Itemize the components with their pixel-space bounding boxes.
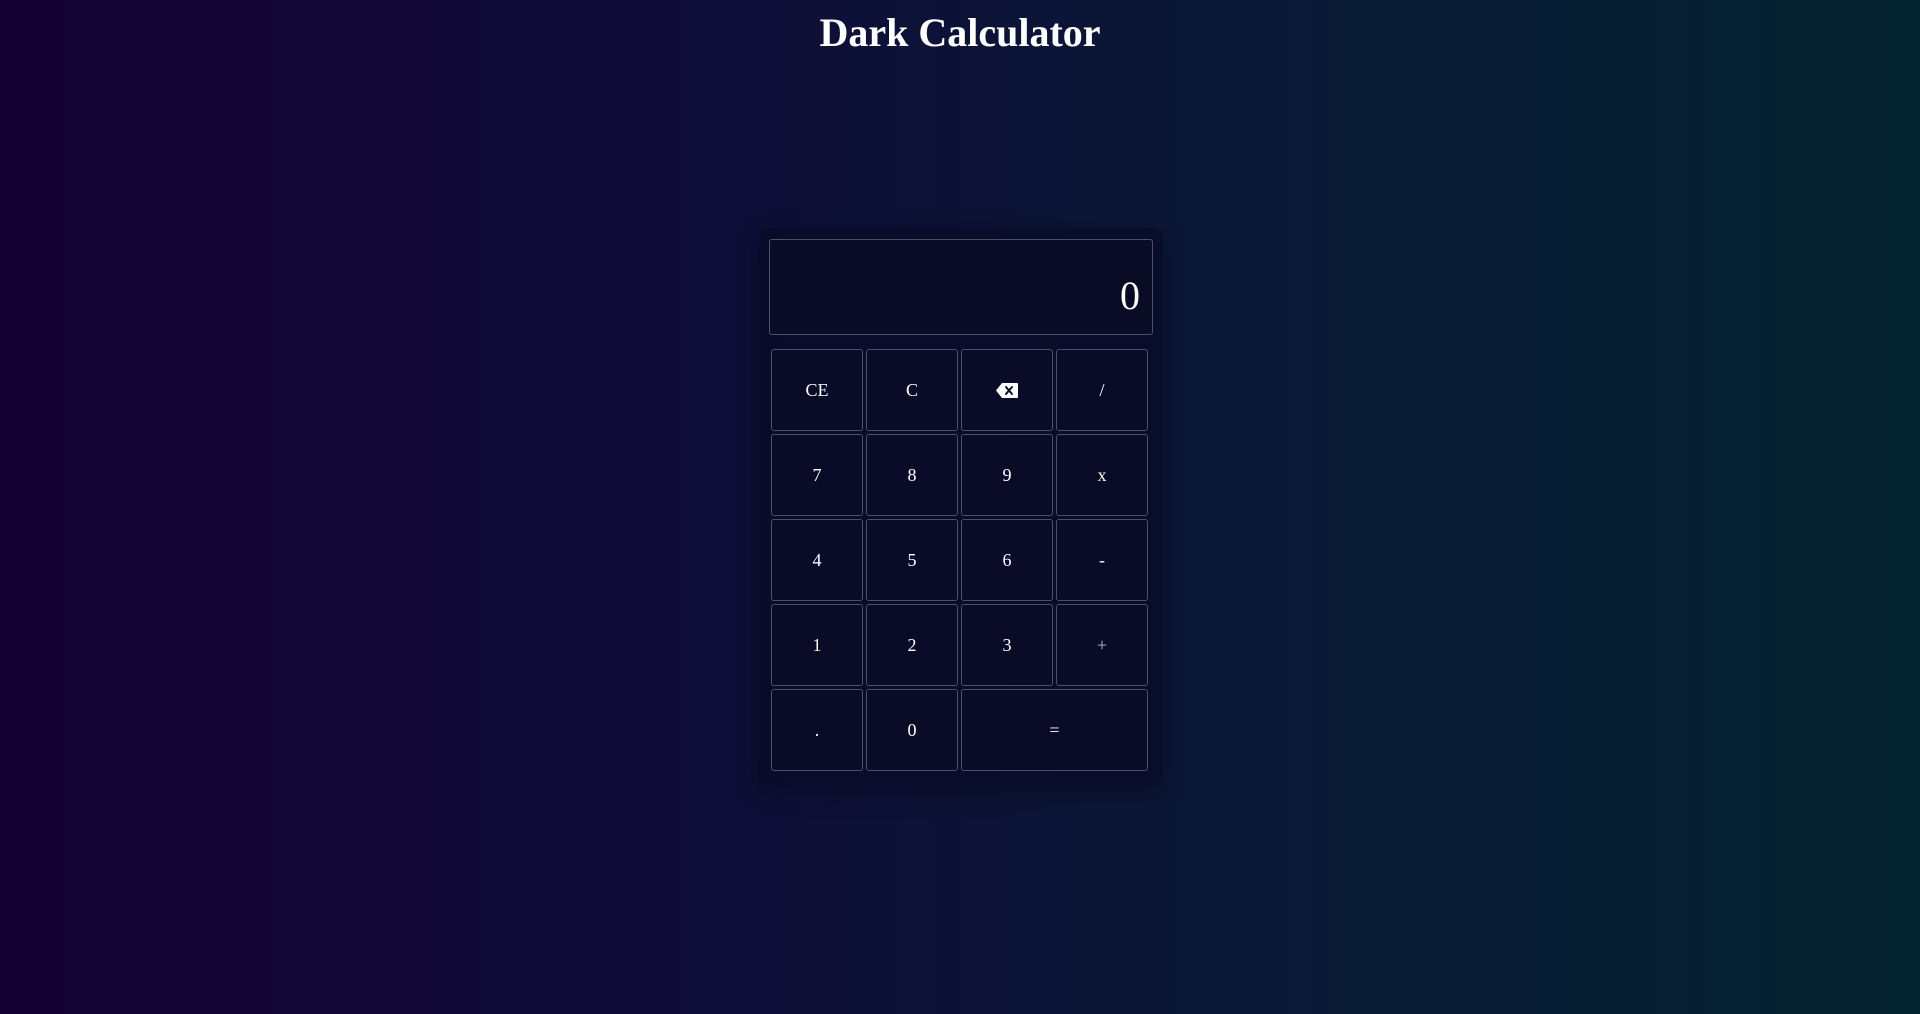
keypad: CE C / 7 8 9 x 4 5 6 - 1 2 3 + . 0 = bbox=[771, 349, 1151, 771]
digit-2-button[interactable]: 2 bbox=[866, 604, 958, 686]
calculator-display: 0 bbox=[769, 239, 1153, 335]
digit-1-button[interactable]: 1 bbox=[771, 604, 863, 686]
divide-button[interactable]: / bbox=[1056, 349, 1148, 431]
clear-entry-button[interactable]: CE bbox=[771, 349, 863, 431]
multiply-button[interactable]: x bbox=[1056, 434, 1148, 516]
backspace-button[interactable] bbox=[961, 349, 1053, 431]
plus-button[interactable]: + bbox=[1056, 604, 1148, 686]
digit-4-button[interactable]: 4 bbox=[771, 519, 863, 601]
digit-0-button[interactable]: 0 bbox=[866, 689, 958, 771]
clear-button[interactable]: C bbox=[866, 349, 958, 431]
minus-button[interactable]: - bbox=[1056, 519, 1148, 601]
digit-3-button[interactable]: 3 bbox=[961, 604, 1053, 686]
digit-8-button[interactable]: 8 bbox=[866, 434, 958, 516]
decimal-button[interactable]: . bbox=[771, 689, 863, 771]
digit-9-button[interactable]: 9 bbox=[961, 434, 1053, 516]
page-title: Dark Calculator bbox=[819, 10, 1101, 55]
digit-5-button[interactable]: 5 bbox=[866, 519, 958, 601]
backspace-icon bbox=[996, 382, 1018, 398]
digit-7-button[interactable]: 7 bbox=[771, 434, 863, 516]
equals-button[interactable]: = bbox=[961, 689, 1148, 771]
calculator: 0 CE C / 7 8 9 x 4 5 6 - 1 2 3 + . 0 = bbox=[759, 228, 1163, 786]
digit-6-button[interactable]: 6 bbox=[961, 519, 1053, 601]
